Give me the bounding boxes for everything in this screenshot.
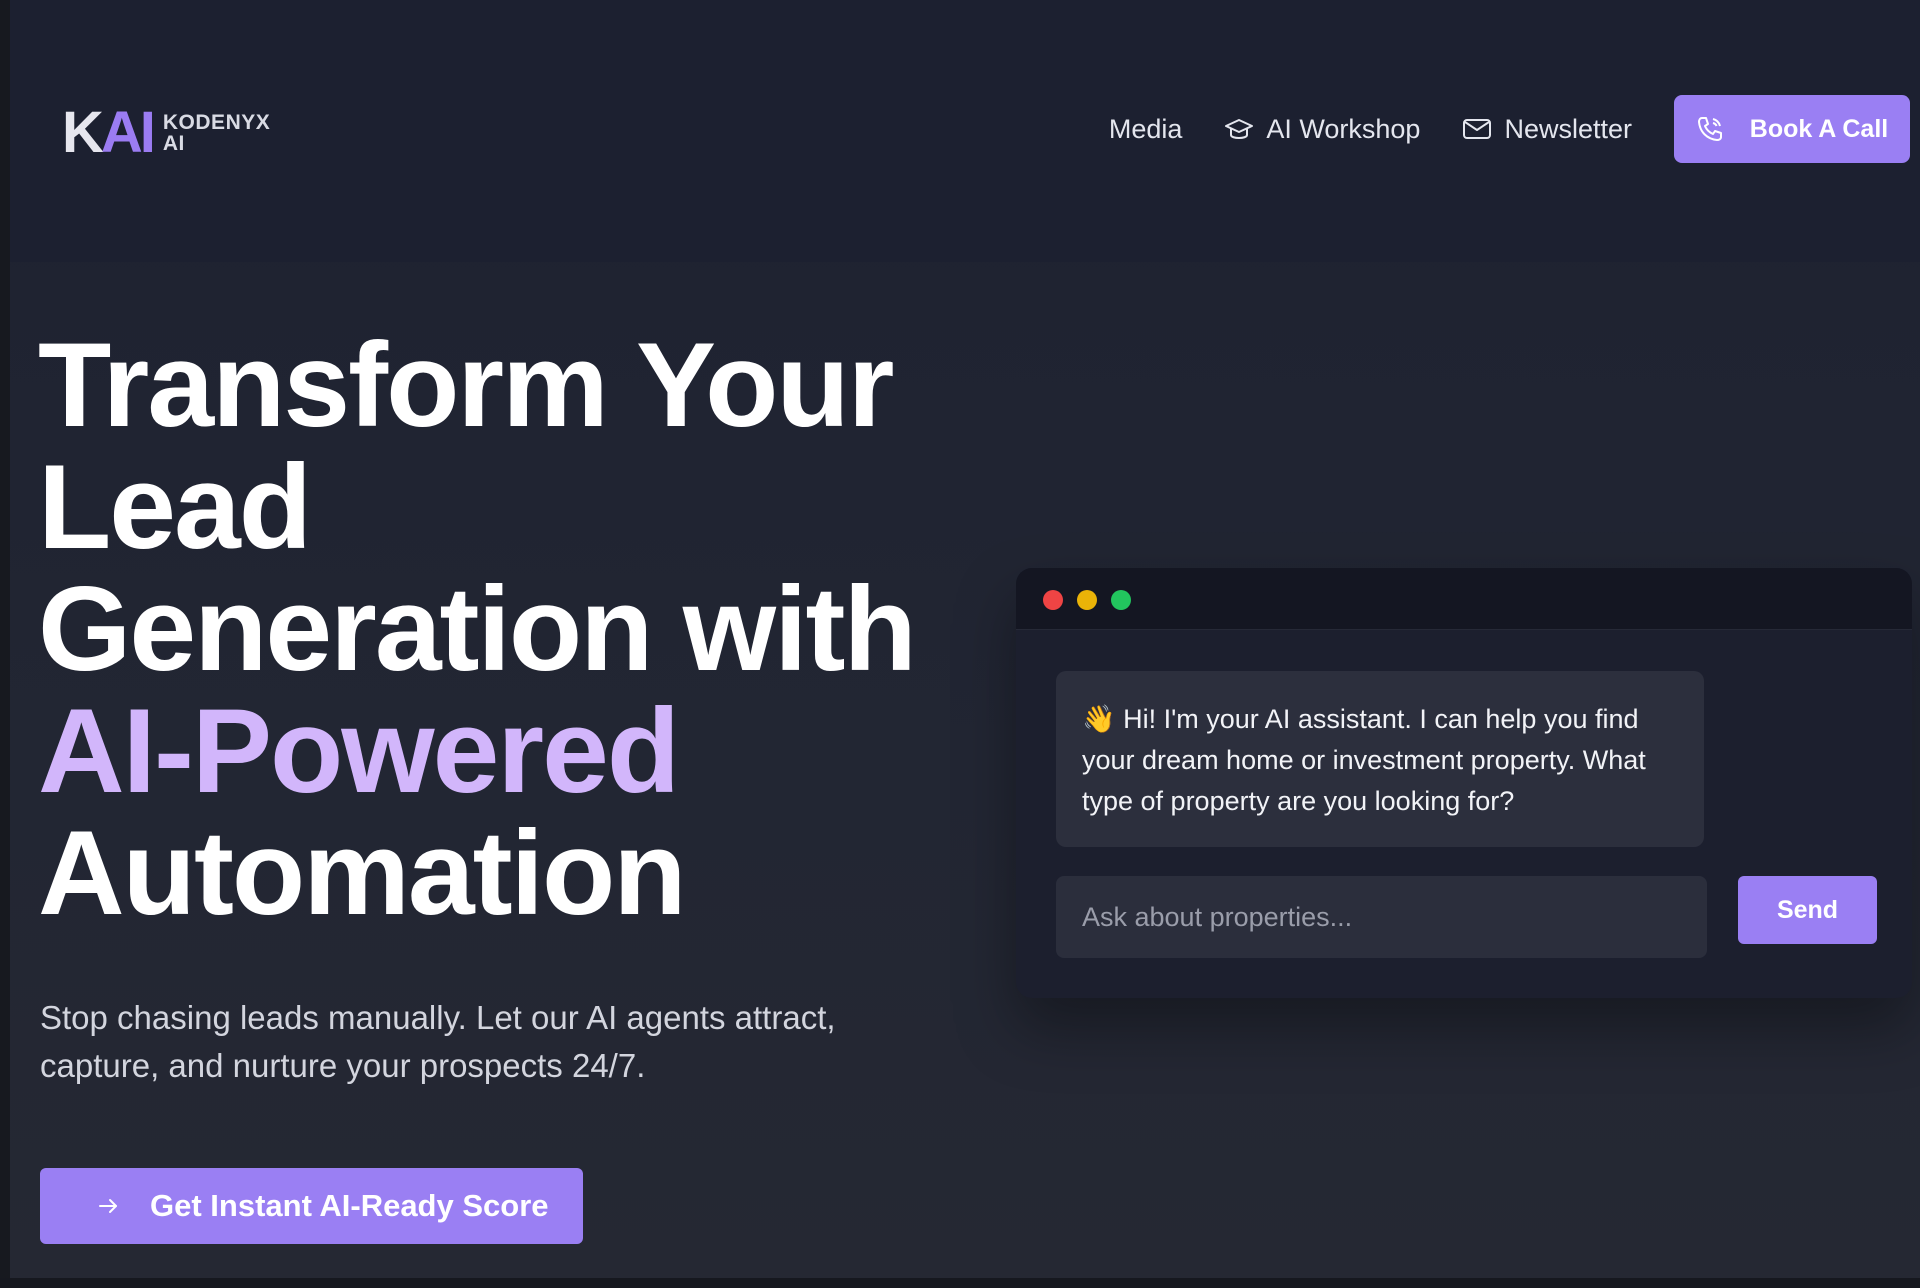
hero-title-line5: Automation	[38, 806, 687, 940]
phone-icon	[1697, 117, 1722, 141]
mail-icon	[1463, 119, 1492, 139]
window-close-dot	[1043, 590, 1063, 610]
cta-label: Get Instant AI-Ready Score	[150, 1188, 549, 1223]
window-edge-left	[0, 0, 10, 1288]
send-button[interactable]: Send	[1738, 876, 1877, 944]
hero-title-line3: Generation with	[38, 562, 917, 696]
logo-name-line1: KODENYX	[162, 111, 271, 134]
nav-media-label: Media	[1108, 113, 1183, 144]
page: KAI KODENYX AI Media AI Workshop Newslet…	[10, 0, 1920, 1278]
graduation-cap-icon	[1225, 119, 1254, 139]
logo-mark: KAI	[62, 104, 156, 162]
nav-ai-workshop-label: AI Workshop	[1266, 113, 1421, 144]
send-label: Send	[1776, 895, 1839, 924]
hero-title-line1: Transform Your	[38, 318, 894, 452]
assistant-message: 👋 Hi! I'm your AI assistant. I can help …	[1056, 671, 1704, 847]
logo-wordmark: KODENYX AI	[163, 112, 270, 154]
nav-ai-workshop-link[interactable]: AI Workshop	[1224, 114, 1420, 145]
nav-media-link[interactable]: Media	[1109, 114, 1183, 145]
nav-newsletter-label: Newsletter	[1504, 113, 1632, 144]
arrow-right-icon	[99, 1199, 117, 1213]
hero-subtitle: Stop chasing leads manually. Let our AI …	[40, 999, 836, 1084]
main-nav: Media AI Workshop Newsletter Book A Call	[1067, 95, 1910, 163]
logo-mark-ai: AI	[100, 100, 156, 165]
hero-title-line2: Lead	[38, 440, 312, 574]
book-a-call-label: Book A Call	[1749, 114, 1889, 143]
window-minimize-dot	[1077, 590, 1097, 610]
site-header: KAI KODENYX AI Media AI Workshop Newslet…	[10, 0, 1920, 262]
hero-title: Transform Your Lead Generation with AI-P…	[38, 324, 1018, 934]
logo-name-line2: AI	[162, 132, 185, 155]
book-a-call-button[interactable]: Book A Call	[1674, 95, 1910, 163]
chat-widget: 👋 Hi! I'm your AI assistant. I can help …	[1016, 568, 1912, 998]
chat-window-titlebar	[1016, 568, 1912, 630]
get-ai-ready-score-button[interactable]: Get Instant AI-Ready Score	[40, 1168, 583, 1244]
chat-input[interactable]	[1056, 876, 1707, 958]
hero-title-accent: AI-Powered	[38, 684, 680, 818]
window-edge-bottom	[0, 1278, 1920, 1288]
logo[interactable]: KAI KODENYX AI	[62, 104, 270, 162]
logo-mark-k: K	[62, 100, 104, 165]
window-maximize-dot	[1111, 590, 1131, 610]
nav-newsletter-link[interactable]: Newsletter	[1462, 114, 1632, 145]
